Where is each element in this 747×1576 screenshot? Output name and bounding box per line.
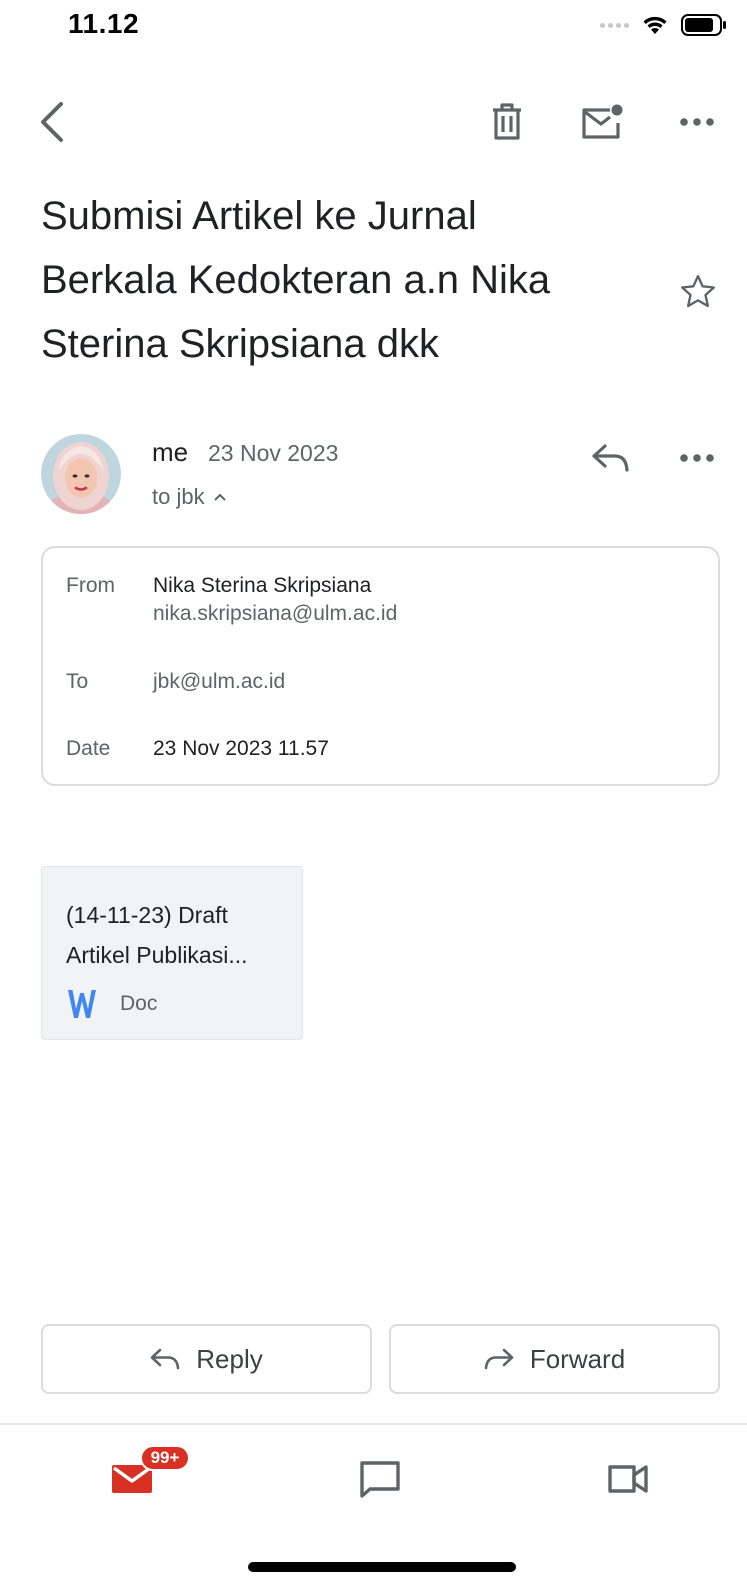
mark-unread-icon xyxy=(582,104,623,139)
more-horizontal-icon xyxy=(680,118,714,126)
status-time: 11.12 xyxy=(68,8,140,39)
date-value: 23 Nov 2023 11.57 xyxy=(153,737,329,760)
reply-label: Reply xyxy=(196,1343,263,1374)
to-label: To xyxy=(66,670,89,693)
video-icon xyxy=(608,1465,648,1493)
date-label: Date xyxy=(66,737,111,760)
status-indicators xyxy=(600,10,727,40)
forward-button[interactable]: Forward xyxy=(389,1324,720,1394)
email-toolbar xyxy=(0,90,747,154)
from-name: Nika Sterina Skripsiana xyxy=(153,574,372,597)
from-label: From xyxy=(66,574,115,597)
mark-unread-button[interactable] xyxy=(570,90,634,154)
nav-chat[interactable] xyxy=(340,1451,420,1507)
status-bar: 11.12 xyxy=(0,0,747,50)
subject-line-1: Submisi Artikel ke Jurnal xyxy=(41,194,477,238)
more-horizontal-icon xyxy=(680,454,714,462)
back-arrow-icon xyxy=(41,102,63,142)
message-details-card: From Nika Sterina Skripsiana nika.skrips… xyxy=(41,546,720,786)
quick-reply-button[interactable] xyxy=(585,432,637,484)
recipients-label: to jbk xyxy=(152,484,205,509)
attachment-type: Doc xyxy=(66,987,157,1021)
nav-meet[interactable] xyxy=(588,1451,668,1507)
battery-icon xyxy=(681,14,726,36)
to-value[interactable]: jbk@ulm.ac.id xyxy=(153,668,285,696)
word-doc-icon xyxy=(68,990,96,1018)
chevron-up-icon xyxy=(213,493,226,501)
reply-button[interactable]: Reply xyxy=(41,1324,372,1394)
reply-icon xyxy=(150,1348,180,1370)
star-button[interactable] xyxy=(670,264,726,320)
subject-line-2: Berkala Kedokteran a.n Nika xyxy=(41,258,551,302)
wifi-icon xyxy=(643,16,667,34)
home-indicator[interactable] xyxy=(248,1562,516,1572)
recipients-toggle[interactable]: to jbk xyxy=(152,484,227,510)
cellular-signal-icon xyxy=(600,22,629,28)
from-value: Nika Sterina Skripsiana nika.skripsiana@… xyxy=(153,572,397,628)
more-options-button[interactable] xyxy=(665,90,729,154)
mail-unread-badge: 99+ xyxy=(140,1445,190,1471)
attachment-type-label: Doc xyxy=(120,992,158,1015)
forward-icon xyxy=(484,1348,514,1370)
back-button[interactable] xyxy=(20,90,84,154)
bottom-navigation: 99+ xyxy=(0,1423,747,1576)
avatar-photo xyxy=(41,434,121,514)
chat-icon xyxy=(360,1461,400,1498)
email-subject: Submisi Artikel ke Jurnal Berkala Kedokt… xyxy=(41,184,641,376)
from-email[interactable]: nika.skripsiana@ulm.ac.id xyxy=(153,600,397,628)
star-outline-icon xyxy=(681,275,715,308)
attachment-title-line-1: (14-11-23) Draft xyxy=(66,902,228,928)
message-more-button[interactable] xyxy=(670,432,724,484)
attachment-card[interactable]: (14-11-23) Draft Artikel Publikasi... Do… xyxy=(41,866,303,1040)
nav-mail[interactable]: 99+ xyxy=(92,1445,190,1507)
forward-label: Forward xyxy=(529,1343,626,1374)
delete-button[interactable] xyxy=(475,90,539,154)
trash-icon xyxy=(493,103,521,140)
sender-avatar[interactable] xyxy=(41,434,121,514)
reply-icon xyxy=(592,444,629,472)
subject-line-3: Sterina Skripsiana dkk xyxy=(41,322,439,366)
sent-date: 23 Nov 2023 xyxy=(208,440,339,466)
attachment-title-line-2: Artikel Publikasi... xyxy=(66,942,248,968)
sender-name: me xyxy=(152,437,189,467)
attachment-title: (14-11-23) Draft Artikel Publikasi... xyxy=(66,895,296,975)
